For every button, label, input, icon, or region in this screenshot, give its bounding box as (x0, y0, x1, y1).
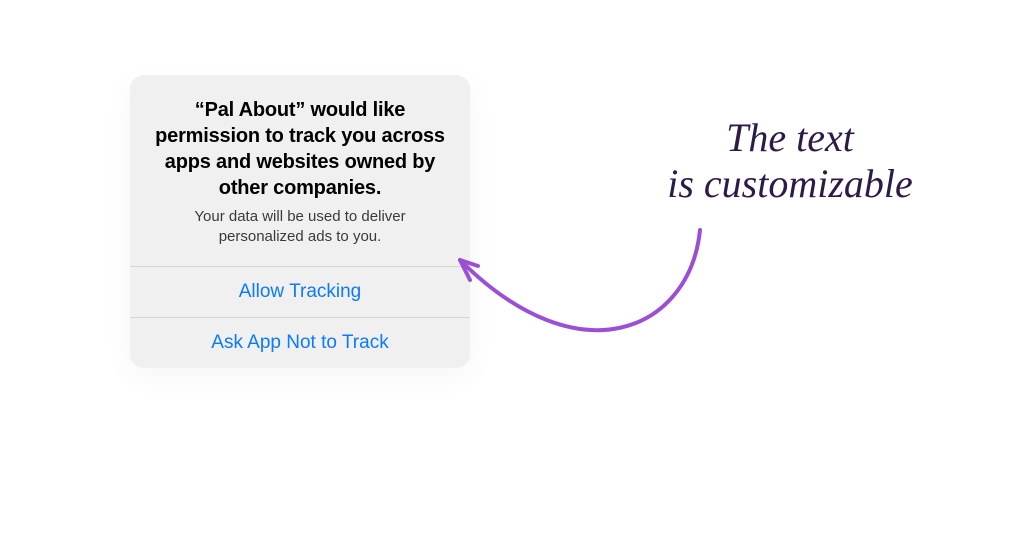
dialog-subtitle: Your data will be used to deliver person… (152, 207, 448, 248)
annotation-text: The text is customizable (610, 115, 970, 207)
annotation-line-2: is customizable (610, 161, 970, 207)
dialog-title: “Pal About” would like permission to tra… (152, 97, 448, 201)
tracking-permission-dialog: “Pal About” would like permission to tra… (130, 75, 470, 368)
dialog-body: “Pal About” would like permission to tra… (130, 75, 470, 266)
annotation-arrow-icon (430, 200, 740, 400)
ask-not-to-track-button[interactable]: Ask App Not to Track (130, 317, 470, 368)
annotation-line-1: The text (610, 115, 970, 161)
allow-tracking-button[interactable]: Allow Tracking (130, 266, 470, 317)
